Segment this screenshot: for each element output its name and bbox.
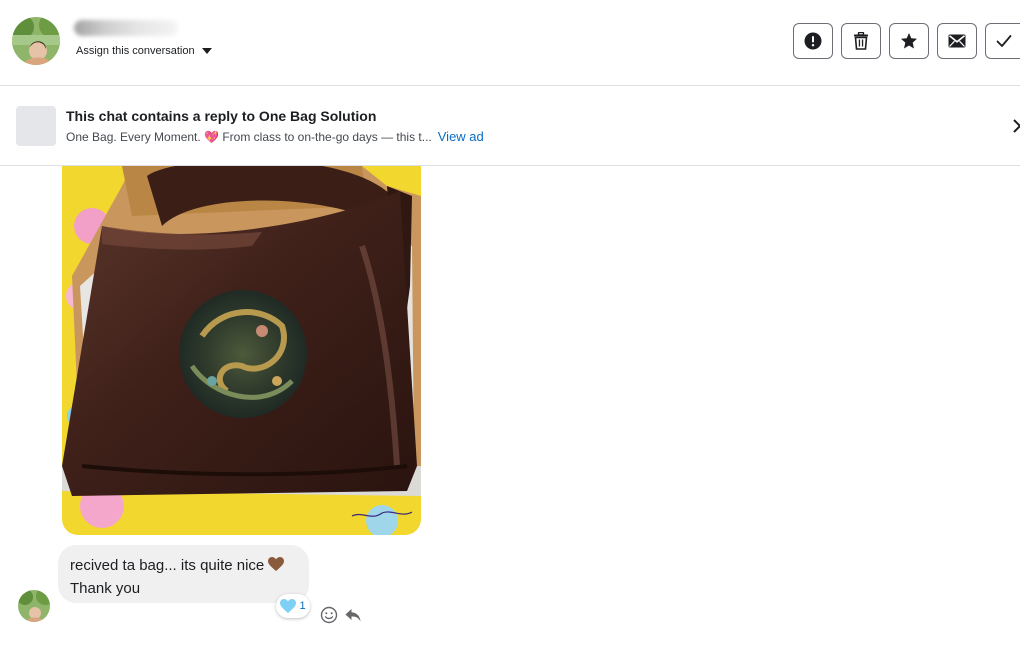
message-bubble[interactable]: recived ta bag... its quite nice Thank y…	[58, 545, 309, 603]
ad-thumbnail	[16, 106, 56, 146]
ad-description: One Bag. Every Moment. 💖 From class to o…	[66, 129, 432, 144]
contact-name-redacted	[74, 20, 178, 36]
assign-conversation-label: Assign this conversation	[76, 45, 195, 57]
sender-avatar[interactable]	[18, 590, 50, 622]
brown-heart-icon	[268, 557, 285, 578]
conversation-header: Assign this conversation	[0, 0, 1020, 86]
reply-icon[interactable]	[344, 606, 362, 624]
mark-as-done-button[interactable]	[985, 23, 1020, 59]
smiley-icon[interactable]	[320, 606, 338, 624]
view-ad-link[interactable]: View ad	[438, 129, 484, 144]
star-button[interactable]	[889, 23, 929, 59]
delete-button[interactable]	[841, 23, 881, 59]
contact-avatar[interactable]	[12, 17, 60, 65]
mail-icon	[948, 34, 966, 48]
message-line-1: recived ta bag... its quite nice	[70, 555, 297, 578]
star-icon	[901, 33, 917, 49]
mark-as-unread-button[interactable]	[937, 23, 977, 59]
caret-down-icon	[201, 48, 212, 54]
ad-banner-subtitle: One Bag. Every Moment. 💖 From class to o…	[66, 129, 484, 144]
mark-as-spam-button[interactable]	[793, 23, 833, 59]
message-reaction[interactable]: 1	[276, 594, 310, 618]
trash-icon	[854, 32, 868, 50]
ad-banner-title: This chat contains a reply to One Bag So…	[66, 108, 377, 124]
reaction-count: 1	[299, 600, 306, 612]
alert-icon	[804, 32, 822, 50]
message-image-bag[interactable]	[62, 166, 421, 535]
light-blue-heart-icon	[280, 598, 297, 613]
message-line-2: Thank you	[70, 580, 141, 597]
ad-reply-banner: This chat contains a reply to One Bag So…	[0, 86, 1020, 166]
assign-conversation-dropdown[interactable]: Assign this conversation	[76, 45, 212, 57]
check-icon	[996, 35, 1011, 47]
chevron-right-icon[interactable]	[1010, 116, 1020, 136]
